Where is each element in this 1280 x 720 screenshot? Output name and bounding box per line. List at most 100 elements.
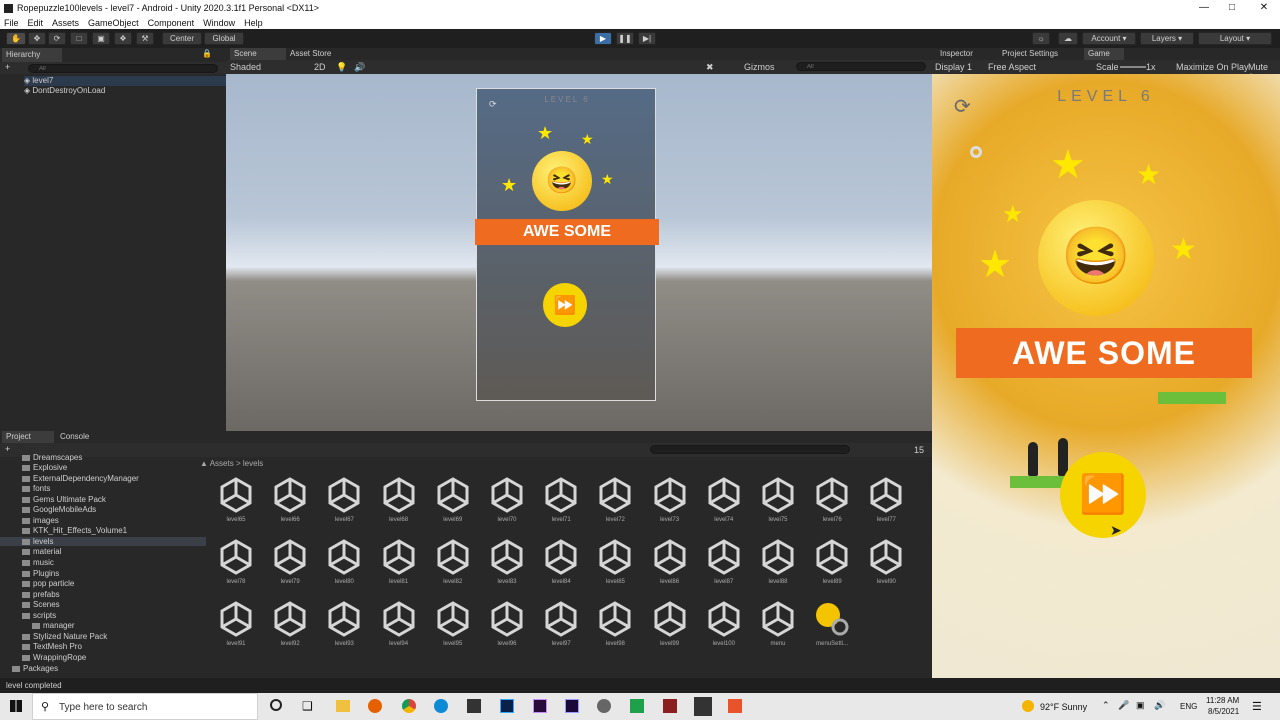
display-dropdown[interactable]: Display 1 xyxy=(935,62,972,72)
tools-icon[interactable]: ✖ xyxy=(706,62,714,73)
transform-tool-icon[interactable]: ❖ xyxy=(114,32,132,45)
asset-item[interactable]: level98 xyxy=(589,599,641,647)
asset-item[interactable]: level100 xyxy=(698,599,750,647)
cloud-icon[interactable]: ☁ xyxy=(1058,32,1078,45)
custom-tool-icon[interactable]: ⚒ xyxy=(136,32,154,45)
asset-item[interactable]: level68 xyxy=(373,475,425,523)
folder-item[interactable]: prefabs xyxy=(22,590,60,599)
clock-time[interactable]: 11:28 AM xyxy=(1206,696,1239,705)
hierarchy-search-input[interactable] xyxy=(28,64,218,73)
folder-item[interactable]: Dreamscapes xyxy=(22,453,82,462)
folder-item[interactable]: Gems Ultimate Pack xyxy=(22,495,106,504)
folder-item[interactable]: Plugins xyxy=(22,569,59,578)
asset-item[interactable]: level66 xyxy=(264,475,316,523)
asset-item[interactable]: level84 xyxy=(535,537,587,585)
file-explorer-icon[interactable] xyxy=(336,700,350,712)
breadcrumb-assets[interactable]: Assets xyxy=(210,459,234,468)
rotate-tool-icon[interactable]: ⟳ xyxy=(48,32,66,45)
scene-search-input[interactable] xyxy=(796,62,926,71)
mode-2d-toggle[interactable]: 2D xyxy=(314,62,326,72)
pivot-global-toggle[interactable]: Global xyxy=(204,32,244,45)
asset-item[interactable]: level91 xyxy=(210,599,262,647)
folder-item[interactable]: manager xyxy=(32,621,75,630)
asset-item[interactable]: level80 xyxy=(318,537,370,585)
project-search-input[interactable] xyxy=(650,445,850,454)
tab-game[interactable]: Game xyxy=(1084,48,1124,60)
asset-item[interactable]: level78 xyxy=(210,537,262,585)
scale-slider[interactable] xyxy=(1120,66,1146,68)
menu-file[interactable]: File xyxy=(4,18,19,28)
account-dropdown[interactable]: Account ▾ xyxy=(1082,32,1136,45)
layers-dropdown[interactable]: Layers ▾ xyxy=(1140,32,1194,45)
firefox-icon[interactable] xyxy=(368,699,382,713)
hierarchy-item-level7[interactable]: ◈ level7 xyxy=(24,76,226,86)
asset-item[interactable]: level67 xyxy=(318,475,370,523)
asset-item[interactable]: level97 xyxy=(535,599,587,647)
asset-item[interactable]: level94 xyxy=(373,599,425,647)
asset-item[interactable]: level72 xyxy=(589,475,641,523)
breadcrumb-levels[interactable]: levels xyxy=(243,459,263,468)
asset-item[interactable]: level65 xyxy=(210,475,262,523)
maximize-button[interactable]: □ xyxy=(1216,0,1248,16)
tab-scene[interactable]: Scene xyxy=(230,48,286,60)
asset-item[interactable]: level85 xyxy=(589,537,641,585)
asset-item[interactable]: level90 xyxy=(860,537,912,585)
asset-item[interactable]: menuSetti... xyxy=(806,599,858,647)
premiere-icon[interactable] xyxy=(533,699,547,713)
aspect-dropdown[interactable]: Free Aspect xyxy=(988,62,1036,72)
pivot-center-toggle[interactable]: Center xyxy=(162,32,202,45)
start-windows-icon[interactable] xyxy=(10,700,22,712)
folder-item[interactable]: Stylized Nature Pack xyxy=(22,632,107,641)
play-button[interactable]: ▶ xyxy=(594,32,612,45)
asset-item[interactable]: level82 xyxy=(427,537,479,585)
folder-item[interactable]: GoogleMobileAds xyxy=(22,505,96,514)
asset-item[interactable]: level75 xyxy=(752,475,804,523)
asset-item[interactable]: level71 xyxy=(535,475,587,523)
folder-item[interactable]: material xyxy=(22,547,61,556)
gizmos-dropdown[interactable]: Gizmos xyxy=(744,62,775,72)
notification-icon[interactable]: ☰ xyxy=(1252,700,1262,713)
asset-item[interactable]: level76 xyxy=(806,475,858,523)
move-tool-icon[interactable]: ✥ xyxy=(28,32,46,45)
asset-item[interactable]: level70 xyxy=(481,475,533,523)
asset-item[interactable]: level86 xyxy=(644,537,696,585)
camtasia-icon[interactable] xyxy=(630,699,644,713)
rect-tool-icon[interactable]: ▣ xyxy=(92,32,110,45)
asset-item[interactable]: level77 xyxy=(860,475,912,523)
pause-button[interactable]: ❚❚ xyxy=(616,32,634,45)
recorder-icon[interactable] xyxy=(728,699,742,713)
menu-component[interactable]: Component xyxy=(148,18,195,28)
unity-hub-icon[interactable] xyxy=(694,697,712,716)
asset-item[interactable]: level92 xyxy=(264,599,316,647)
after-effects-icon[interactable] xyxy=(565,699,579,713)
scene-viewport[interactable]: LEVEL 6 ⟳ ★ ★ ★ ★ 😆 AWE SOME ⏩ xyxy=(226,74,932,431)
tab-console[interactable]: Console xyxy=(56,431,106,443)
folder-item[interactable]: Scenes xyxy=(22,600,60,609)
folder-item[interactable]: pop particle xyxy=(22,579,74,588)
taskbar-search-box[interactable]: ⚲ Type here to search xyxy=(32,693,258,720)
asset-item[interactable]: level88 xyxy=(752,537,804,585)
lighting-icon[interactable]: 💡 xyxy=(336,62,347,73)
menu-assets[interactable]: Assets xyxy=(52,18,79,28)
folder-item[interactable]: TextMesh Pro xyxy=(22,642,82,651)
menu-edit[interactable]: Edit xyxy=(28,18,44,28)
asset-item[interactable]: level73 xyxy=(644,475,696,523)
edge-icon[interactable] xyxy=(434,699,448,713)
game-viewport[interactable]: LEVEL 6 ⟳ ★ ★ ★ ★ ★ 😆 AWE SOME ⏩ ➤ xyxy=(932,74,1280,678)
menu-help[interactable]: Help xyxy=(244,18,263,28)
app-icon[interactable] xyxy=(597,699,611,713)
step-button[interactable]: ▶| xyxy=(638,32,656,45)
tab-project-settings[interactable]: Project Settings xyxy=(998,48,1082,60)
next-level-button[interactable]: ⏩ xyxy=(1060,452,1146,538)
hand-tool-icon[interactable]: ✋ xyxy=(6,32,26,45)
asset-item[interactable]: level93 xyxy=(318,599,370,647)
folder-item-packages[interactable]: Packages xyxy=(12,664,58,673)
hierarchy-item-dontdestroy[interactable]: ◈ DontDestroyOnLoad xyxy=(24,86,105,95)
folder-item[interactable]: KTK_Hit_Effects_Volume1 xyxy=(22,526,127,535)
unity-app-icon[interactable] xyxy=(467,699,481,713)
folder-item[interactable]: images xyxy=(22,516,59,525)
tab-project[interactable]: Project xyxy=(2,431,54,443)
add-icon[interactable]: + xyxy=(5,62,10,72)
cortana-icon[interactable] xyxy=(270,699,282,711)
folder-item-levels[interactable]: levels xyxy=(0,537,206,546)
